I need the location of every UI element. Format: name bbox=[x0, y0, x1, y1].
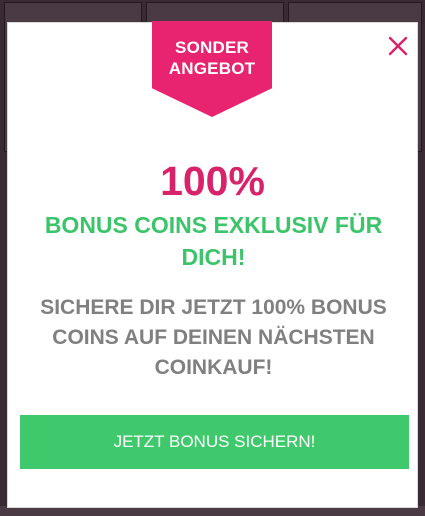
bonus-percent: 100% bbox=[160, 158, 265, 204]
special-offer-modal: SONDER ANGEBOT 100% BONUS COINS EXKLUSIV… bbox=[7, 21, 418, 508]
bonus-headline: BONUS COINS EXKLUSIV FÜR DICH! bbox=[44, 212, 383, 270]
close-button[interactable] bbox=[387, 35, 409, 57]
bonus-description: SICHERE DIR JETZT 100% BONUS COINS AUF D… bbox=[40, 296, 387, 379]
special-offer-ribbon: SONDER ANGEBOT bbox=[152, 21, 272, 117]
close-icon bbox=[388, 36, 408, 56]
claim-bonus-button[interactable]: JETZT BONUS SICHERN! bbox=[20, 415, 409, 469]
ribbon-line-1: SONDER bbox=[175, 38, 249, 57]
ribbon-line-2: ANGEBOT bbox=[168, 59, 256, 78]
